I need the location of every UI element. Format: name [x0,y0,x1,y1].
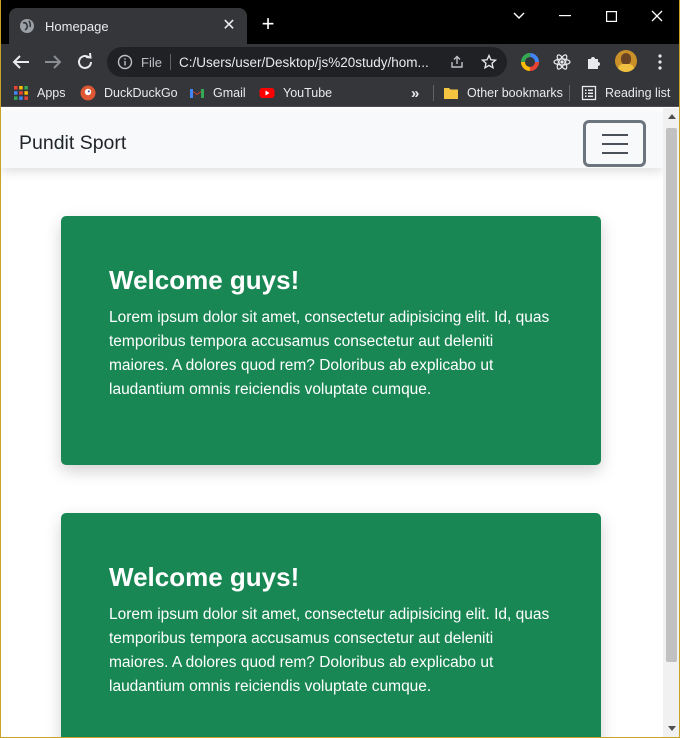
tab-strip: Homepage ✕ + [1,0,679,44]
bookmarks-divider [569,85,570,101]
welcome-card: Welcome guys! Lorem ipsum dolor sit amet… [61,216,601,465]
scheme-label: File [141,54,162,70]
apps-grid-icon [14,86,28,100]
browser-toolbar: File C:/Users/user/Desktop/js%20study/ho… [1,44,679,79]
bookmark-youtube[interactable]: YouTube [259,85,332,101]
maximize-icon[interactable] [599,6,623,26]
bookmark-other-bookmarks[interactable]: Other bookmarks [443,85,563,101]
navbar-toggler-button[interactable] [583,120,646,167]
bookmark-label: Reading list [605,86,671,100]
vertical-scrollbar[interactable] [663,108,679,737]
tab-search-icon[interactable] [507,6,531,26]
address-bar[interactable]: File C:/Users/user/Desktop/js%20study/ho… [107,47,507,77]
scrollbar-thumb[interactable] [666,128,677,662]
window-close-icon[interactable] [645,6,669,26]
folder-icon [444,88,458,99]
navbar-brand[interactable]: Pundit Sport [19,132,126,155]
close-tab-icon[interactable]: ✕ [221,18,237,34]
reading-list-button[interactable]: Reading list [581,85,670,101]
hamburger-icon [601,151,628,154]
reload-icon[interactable] [73,50,97,74]
minimize-icon[interactable] [553,6,577,26]
bookmark-label: Other bookmarks [467,86,563,100]
new-tab-button[interactable]: + [257,13,279,36]
site-navbar: Pundit Sport [1,112,663,168]
extensions-puzzle-icon[interactable] [585,53,603,71]
bookmarks-divider [433,85,434,101]
card-body: Lorem ipsum dolor sit amet, consectetur … [109,605,550,695]
card-body: Lorem ipsum dolor sit amet, consectetur … [109,308,550,398]
scroll-up-arrow-icon[interactable] [663,108,679,125]
youtube-icon [259,88,275,98]
bookmarks-overflow-button[interactable]: » [411,85,419,102]
bookmark-label: DuckDuckGo [104,86,178,100]
bookmark-star-icon[interactable] [481,54,497,70]
browser-window: Homepage ✕ + File C:/Users/user/Desktop/… [0,0,680,738]
bookmark-label: Apps [37,86,66,100]
welcome-card: Welcome guys! Lorem ipsum dolor sit amet… [61,513,601,737]
hamburger-icon [601,142,628,145]
bookmark-label: YouTube [283,86,333,100]
forward-arrow-icon[interactable] [41,50,65,74]
color-wheel-extension-icon[interactable] [521,53,539,71]
page-viewport: Pundit Sport Welcome guys! Lorem ipsum d… [1,108,663,737]
info-icon[interactable] [117,54,133,70]
react-devtools-icon[interactable] [553,53,571,71]
bookmark-gmail[interactable]: Gmail [189,85,246,101]
share-icon[interactable] [449,54,465,70]
reading-list-icon [581,85,597,101]
back-arrow-icon[interactable] [9,50,33,74]
omnibox-divider [169,54,171,70]
more-menu-icon[interactable] [651,53,669,71]
card-title: Welcome guys! [109,562,300,592]
tab-homepage[interactable]: Homepage ✕ [9,8,247,44]
duckduckgo-icon [80,85,96,101]
bookmark-label: Gmail [213,86,246,100]
gmail-icon [190,89,204,98]
profile-avatar[interactable] [615,50,637,72]
card-title: Welcome guys! [109,265,300,295]
scroll-down-arrow-icon[interactable] [663,720,679,737]
bookmark-apps[interactable]: Apps [13,85,66,101]
hamburger-icon [601,133,628,136]
bookmarks-bar: Apps DuckDuckGo Gmail YouTube » Other bo… [1,79,679,107]
tab-title: Homepage [45,18,109,34]
globe-icon [20,19,34,33]
bookmark-duckduckgo[interactable]: DuckDuckGo [80,85,178,101]
url-text[interactable]: C:/Users/user/Desktop/js%20study/hom... [179,55,441,70]
